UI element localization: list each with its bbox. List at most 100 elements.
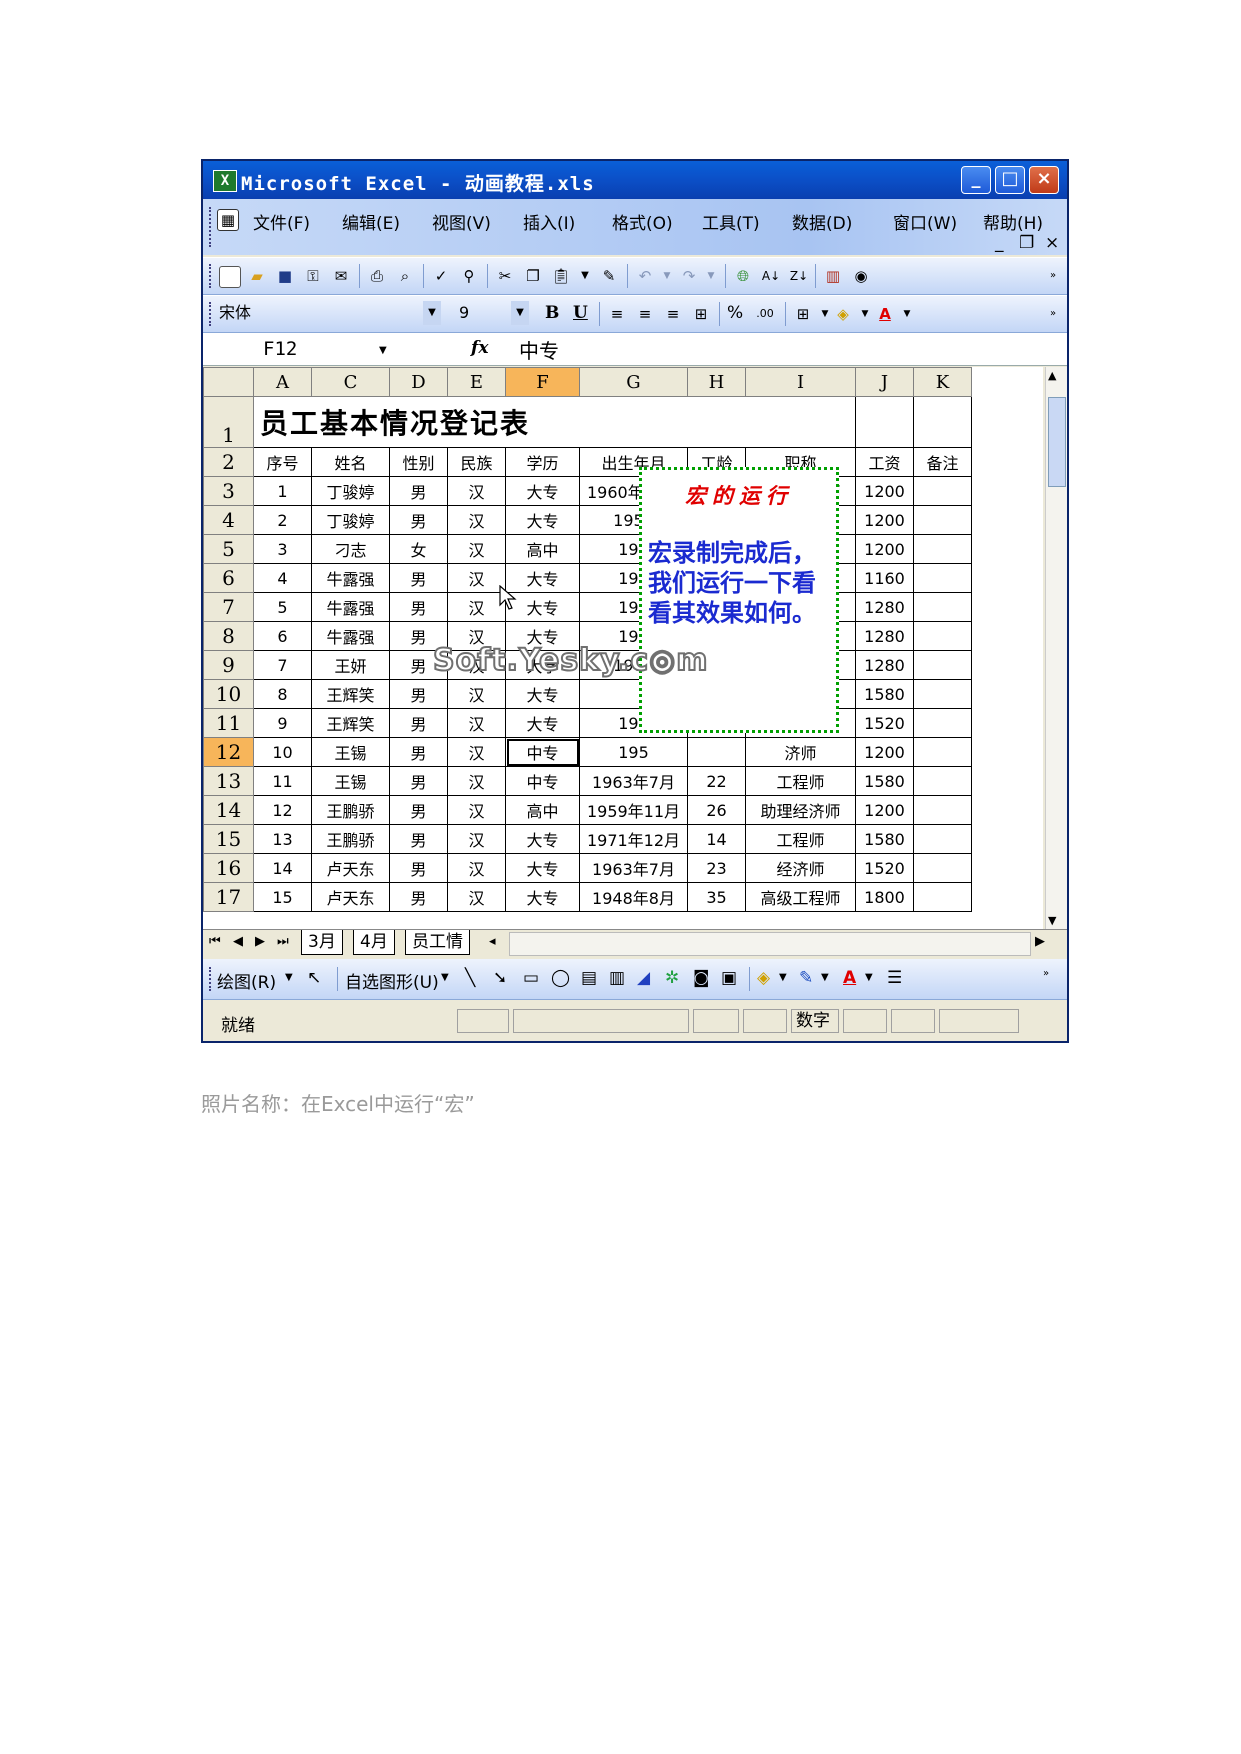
maximize-icon[interactable]: □ [995, 166, 1025, 194]
cell[interactable]: 5 [253, 592, 312, 622]
cell[interactable]: 女 [389, 534, 448, 564]
cell[interactable] [913, 824, 972, 854]
line-style-icon[interactable]: ☰ [887, 968, 902, 988]
cell[interactable] [913, 534, 972, 564]
row-header[interactable]: 10 [203, 679, 254, 709]
cell[interactable]: 汉 [447, 766, 506, 796]
menu-edit[interactable]: 编辑(E) [342, 209, 400, 234]
print-preview-icon[interactable]: ⌕ [395, 266, 415, 286]
cell[interactable]: 1800 [855, 882, 914, 912]
next-sheet-icon[interactable]: ▶ [255, 934, 265, 949]
cell[interactable]: 1280 [855, 621, 914, 651]
cell[interactable]: 11 [253, 766, 312, 796]
chart-wizard-icon[interactable]: ▥ [823, 266, 843, 286]
scroll-right-icon[interactable]: ▶ [1035, 934, 1045, 949]
col-header[interactable]: A [253, 367, 312, 397]
sheet-tab[interactable]: 3月 [301, 930, 343, 955]
cell[interactable]: 1200 [855, 505, 914, 535]
line-icon[interactable]: ╲ [465, 968, 475, 988]
font-color-dropdown-icon[interactable]: ▼ [897, 304, 917, 324]
cell[interactable] [913, 766, 972, 796]
row-header[interactable]: 2 [203, 447, 254, 477]
paste-icon[interactable]: 📋︎ [551, 266, 571, 286]
cell[interactable]: 刁志 [311, 534, 390, 564]
cell[interactable]: 高中 [505, 534, 580, 564]
cell[interactable]: 6 [253, 621, 312, 651]
cell[interactable]: 1520 [855, 708, 914, 738]
merge-center-icon[interactable]: ⊞ [691, 304, 711, 324]
cell[interactable]: 男 [389, 563, 448, 593]
cell[interactable]: 3 [253, 534, 312, 564]
cell[interactable]: 1580 [855, 766, 914, 796]
oval-icon[interactable]: ◯ [551, 968, 570, 988]
cell[interactable] [913, 621, 972, 651]
header-cell[interactable]: 备注 [913, 447, 972, 477]
menu-format[interactable]: 格式(O) [612, 209, 673, 234]
row-header[interactable]: 3 [203, 476, 254, 506]
chevron-down-icon[interactable]: ▼ [285, 972, 293, 983]
cell[interactable]: 男 [389, 679, 448, 709]
col-header[interactable]: E [447, 367, 506, 397]
header-cell[interactable]: 姓名 [311, 447, 390, 477]
scroll-up-icon[interactable]: ▲ [1048, 369, 1056, 382]
fill-color-icon[interactable]: ◈ [757, 968, 770, 988]
cell[interactable]: 2 [253, 505, 312, 535]
cell[interactable]: 14 [253, 853, 312, 883]
align-right-icon[interactable]: ≡ [663, 304, 683, 324]
row-header[interactable]: 6 [203, 563, 254, 593]
horizontal-scrollbar[interactable] [509, 932, 1031, 956]
cell[interactable] [913, 795, 972, 825]
col-header[interactable]: K [913, 367, 972, 397]
scroll-thumb[interactable] [1048, 397, 1066, 487]
doc-minimize-icon[interactable]: _ [995, 233, 1004, 253]
cell[interactable]: 汉 [447, 708, 506, 738]
bold-button[interactable]: B [545, 303, 559, 323]
col-header[interactable]: D [389, 367, 448, 397]
cell[interactable]: 汉 [447, 737, 506, 767]
cell[interactable]: 王鹏骄 [311, 795, 390, 825]
row-header[interactable]: 8 [203, 621, 254, 651]
col-header[interactable]: J [855, 367, 914, 397]
chevron-down-icon[interactable]: ▼ [821, 972, 829, 983]
cell[interactable]: 男 [389, 853, 448, 883]
cell[interactable]: 大专 [505, 679, 580, 709]
email-icon[interactable]: ✉ [331, 266, 351, 286]
cell[interactable]: 汉 [447, 534, 506, 564]
cell[interactable]: 男 [389, 795, 448, 825]
cell[interactable]: 男 [389, 708, 448, 738]
font-color-icon[interactable]: A [875, 304, 895, 324]
row-header[interactable]: 5 [203, 534, 254, 564]
tab-split-icon[interactable]: ◂ [489, 934, 496, 949]
cell[interactable]: 4 [253, 563, 312, 593]
cell[interactable]: 大专 [505, 505, 580, 535]
insert-function-icon[interactable]: fx [471, 338, 488, 358]
cell[interactable]: 工程师 [745, 824, 856, 854]
sheet-title-cell[interactable]: 员工基本情况登记表 [253, 396, 746, 448]
worksheet-grid[interactable]: A C D E F G H I J K 1 员工基本情况登记表 2 序号 姓名 … [203, 367, 1043, 929]
borders-icon[interactable]: ⊞ [793, 304, 813, 324]
cell[interactable] [913, 476, 972, 506]
active-cell[interactable]: 中专 [505, 737, 580, 767]
cell[interactable]: 12 [253, 795, 312, 825]
title-bar[interactable]: X Microsoft Excel - 动画教程.xls _ □ × [203, 161, 1067, 199]
prev-sheet-icon[interactable]: ◀ [233, 934, 243, 949]
cell[interactable]: 王锡 [311, 737, 390, 767]
cell[interactable]: 15 [253, 882, 312, 912]
cell[interactable]: 1948年8月 [579, 882, 688, 912]
underline-button[interactable]: U [573, 303, 588, 323]
fill-color-dropdown-icon[interactable]: ▼ [855, 304, 875, 324]
row-header[interactable]: 14 [203, 795, 254, 825]
print-icon[interactable]: ⎙ [367, 266, 387, 286]
paste-dropdown-icon[interactable]: ▼ [575, 266, 595, 286]
camera-icon[interactable]: ◉ [851, 266, 871, 286]
menu-view[interactable]: 视图(V) [432, 209, 491, 234]
cut-icon[interactable]: ✂ [495, 266, 515, 286]
new-icon[interactable] [219, 266, 241, 288]
cell[interactable]: 牛露强 [311, 621, 390, 651]
cell[interactable]: 汉 [447, 505, 506, 535]
chevron-down-icon[interactable]: ▼ [423, 301, 441, 325]
minimize-icon[interactable]: _ [961, 166, 991, 194]
cell[interactable]: 王鹏骄 [311, 824, 390, 854]
cell[interactable]: 8 [253, 679, 312, 709]
doc-close-icon[interactable]: × [1045, 233, 1059, 253]
